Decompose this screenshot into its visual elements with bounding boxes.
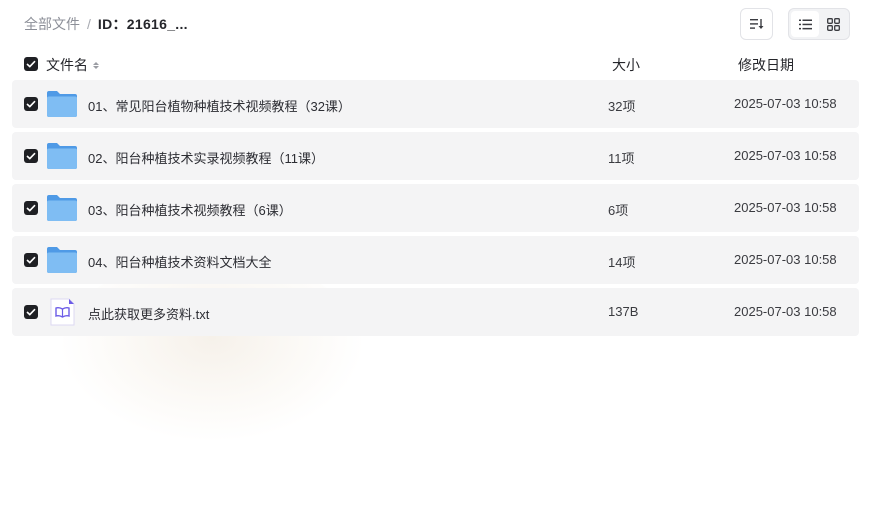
file-name[interactable]: 点此获取更多资料.txt bbox=[88, 304, 209, 323]
file-date: 2025-07-03 10:58 bbox=[734, 252, 837, 267]
check-icon bbox=[26, 152, 36, 160]
file-size: 32项 bbox=[608, 99, 636, 114]
table-row[interactable]: 02、阳台种植技术实录视频教程（11课） 11项 2025-07-03 10:5… bbox=[12, 132, 859, 180]
check-icon bbox=[26, 256, 36, 264]
sort-icon bbox=[749, 19, 763, 29]
sort-button[interactable] bbox=[740, 8, 773, 40]
table-row[interactable]: 点此获取更多资料.txt 137B 2025-07-03 10:58 bbox=[12, 288, 859, 336]
table-row[interactable]: 01、常见阳台植物种植技术视频教程（32课） 32项 2025-07-03 10… bbox=[12, 80, 859, 128]
view-toggle bbox=[788, 8, 850, 40]
grid-view-button[interactable] bbox=[819, 11, 847, 37]
select-all-checkbox[interactable] bbox=[24, 57, 38, 71]
file-date: 2025-07-03 10:58 bbox=[734, 96, 837, 111]
row-checkbox[interactable] bbox=[24, 97, 38, 111]
file-name[interactable]: 01、常见阳台植物种植技术视频教程（32课） bbox=[88, 96, 351, 115]
folder-icon bbox=[47, 91, 77, 117]
file-size: 14项 bbox=[608, 255, 636, 270]
check-icon bbox=[26, 60, 36, 68]
breadcrumb-current: ID：21616_... bbox=[97, 16, 188, 32]
row-checkbox[interactable] bbox=[24, 253, 38, 267]
folder-icon bbox=[47, 247, 77, 273]
file-name[interactable]: 04、阳台种植技术资料文档大全 bbox=[88, 252, 271, 271]
row-checkbox[interactable] bbox=[24, 201, 38, 215]
list-view-button[interactable] bbox=[791, 11, 819, 37]
file-name[interactable]: 03、阳台种植技术视频教程（6课） bbox=[88, 200, 292, 219]
table-row[interactable]: 03、阳台种植技术视频教程（6课） 6项 2025-07-03 10:58 bbox=[12, 184, 859, 232]
breadcrumb-separator: / bbox=[87, 16, 91, 32]
table-row[interactable]: 04、阳台种植技术资料文档大全 14项 2025-07-03 10:58 bbox=[12, 236, 859, 284]
grid-view-icon bbox=[826, 17, 840, 31]
check-icon bbox=[26, 100, 36, 108]
file-size: 137B bbox=[608, 304, 639, 319]
file-size: 11项 bbox=[608, 151, 635, 166]
column-header-name-label: 文件名 bbox=[46, 57, 88, 73]
row-checkbox[interactable] bbox=[24, 149, 38, 163]
list-view-icon bbox=[798, 19, 812, 29]
txt-file-icon bbox=[50, 298, 75, 326]
folder-icon bbox=[47, 143, 77, 169]
file-size: 6项 bbox=[608, 203, 629, 218]
table-header: 文件名 大小 修改日期 bbox=[24, 54, 854, 74]
breadcrumb: 全部文件 / ID：21616_... bbox=[24, 14, 188, 34]
folder-icon bbox=[47, 195, 77, 221]
column-header-date[interactable]: 修改日期 bbox=[738, 55, 794, 75]
file-date: 2025-07-03 10:58 bbox=[734, 200, 837, 215]
column-header-size[interactable]: 大小 bbox=[612, 55, 640, 75]
check-icon bbox=[26, 204, 36, 212]
column-header-name[interactable]: 文件名 bbox=[46, 55, 99, 75]
file-name[interactable]: 02、阳台种植技术实录视频教程（11课） bbox=[88, 148, 324, 167]
row-checkbox[interactable] bbox=[24, 305, 38, 319]
file-date: 2025-07-03 10:58 bbox=[734, 304, 837, 319]
breadcrumb-root[interactable]: 全部文件 bbox=[24, 14, 80, 34]
file-list: 01、常见阳台植物种植技术视频教程（32课） 32项 2025-07-03 10… bbox=[12, 80, 859, 340]
file-date: 2025-07-03 10:58 bbox=[734, 148, 837, 163]
sort-arrows-icon[interactable] bbox=[93, 61, 99, 69]
check-icon bbox=[26, 308, 36, 316]
